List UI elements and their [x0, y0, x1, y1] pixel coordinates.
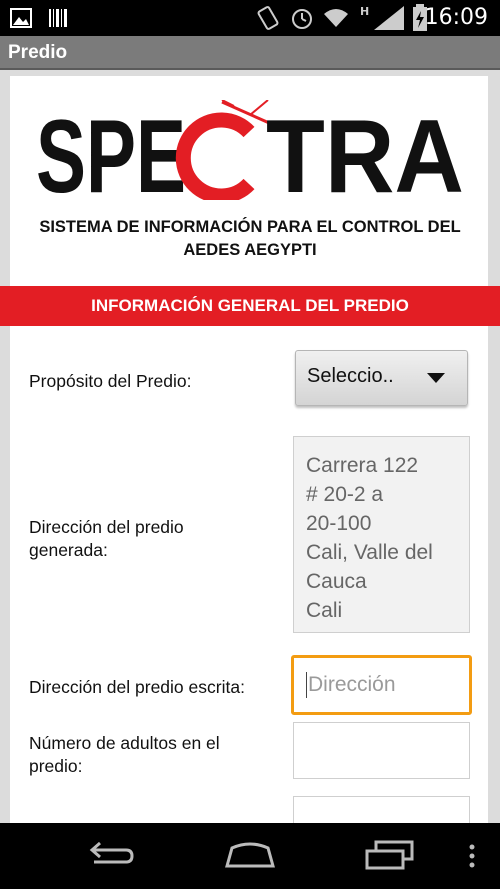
app-subtitle: SISTEMA DE INFORMACIÓN PARA EL CONTROL D… [0, 216, 500, 262]
recent-apps-icon[interactable] [364, 840, 416, 870]
navigation-bar [0, 823, 500, 889]
picture-icon [10, 8, 32, 28]
action-bar: Predio [0, 36, 500, 70]
status-bar: H 16:09 [0, 0, 500, 36]
overflow-menu-icon[interactable] [466, 843, 478, 873]
barcode-icon [49, 9, 67, 27]
spectra-logo: SPE TRA [36, 100, 464, 200]
direccion-escrita-input[interactable]: Dirección [291, 655, 472, 715]
mosquito-c-icon [175, 100, 277, 200]
direccion-escrita-label: Dirección del predio escrita: [29, 677, 245, 697]
direccion-generada-label-line1: Dirección del predio [29, 517, 184, 537]
section-header: INFORMACIÓN GENERAL DEL PREDIO [0, 286, 500, 326]
svg-text:H: H [360, 5, 369, 18]
subtitle-line-1: SISTEMA DE INFORMACIÓN PARA EL CONTROL D… [39, 218, 461, 236]
back-icon[interactable] [86, 840, 134, 870]
scroll-content[interactable]: SPE TRA SISTEMA DE INFORMACIÓN PARA EL C… [0, 70, 500, 823]
alarm-icon [292, 9, 312, 29]
direccion-generada-label: Dirección del predio generada: [29, 516, 184, 562]
adultos-label-line2: predio: [29, 756, 83, 776]
dropdown-arrow-icon [427, 373, 445, 383]
text-cursor [306, 672, 307, 698]
screen-title: Predio [8, 42, 68, 63]
adultos-label-line1: Número de adultos en el [29, 733, 220, 753]
direccion-generada-label-line2: generada: [29, 540, 108, 560]
direccion-escrita-placeholder: Dirección [308, 673, 396, 696]
subtitle-line-2: AEDES AEGYPTI [183, 241, 317, 259]
signal-h-icon: H [360, 5, 404, 30]
status-time: 16:09 [424, 5, 488, 30]
wifi-icon [324, 9, 348, 27]
proposito-select-value: Seleccio.. [307, 365, 394, 387]
next-input[interactable] [293, 796, 470, 823]
proposito-label: Propósito del Predio: [29, 371, 192, 391]
direccion-generada-field: Carrera 122 # 20-2 a 20-100 Cali, Valle … [293, 436, 470, 633]
svg-text:SPE: SPE [36, 100, 186, 200]
svg-text:TRA: TRA [266, 100, 464, 200]
home-icon[interactable] [224, 840, 276, 870]
proposito-select[interactable]: Seleccio.. [295, 350, 468, 406]
vibrate-icon [257, 6, 279, 30]
direccion-generada-value: Carrera 122 # 20-2 a 20-100 Cali, Valle … [306, 454, 433, 622]
adultos-label: Número de adultos en el predio: [29, 732, 220, 778]
adultos-input[interactable] [293, 722, 470, 779]
